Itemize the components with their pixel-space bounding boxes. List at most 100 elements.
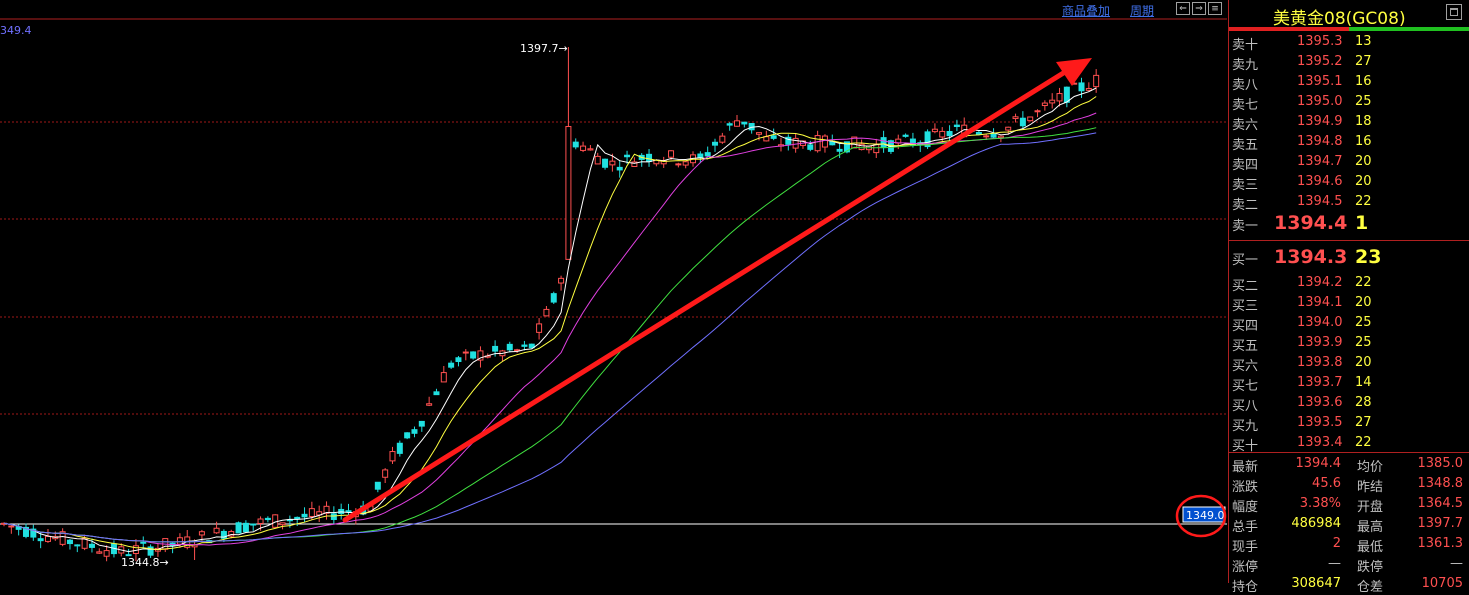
candle-body: [755, 132, 762, 135]
ma40-line: [3, 127, 1097, 543]
bid-price: 1393.9: [1297, 335, 1343, 350]
candle-body: [550, 293, 557, 303]
stat-value: 1394.4: [1295, 456, 1342, 471]
bid-price: 1394.0: [1297, 315, 1343, 330]
candle-body: [741, 121, 748, 125]
candle-body: [235, 522, 242, 534]
ask-row[interactable]: 卖六 1394.9 18: [1229, 113, 1469, 133]
bid-row[interactable]: 买九 1393.5 27: [1229, 414, 1469, 434]
candle-body: [946, 131, 953, 137]
ask-price: 1394.4: [1274, 212, 1348, 234]
stat-value: 1348.8: [1417, 476, 1464, 491]
stat-value: 10705: [1421, 576, 1463, 591]
ask-level-label: 卖一: [1232, 219, 1259, 234]
ask-price: 1394.7: [1297, 154, 1343, 169]
axis-top-value: 349.4: [0, 24, 32, 37]
candle-body: [257, 518, 264, 524]
candle-body: [74, 544, 81, 547]
next-arrow-icon[interactable]: ⇒: [1192, 2, 1206, 15]
stat-value: 1361.3: [1417, 536, 1464, 551]
candle-body: [807, 144, 814, 150]
candle-body: [990, 133, 997, 138]
ask-row[interactable]: 卖十 1395.3 13: [1229, 33, 1469, 53]
candle-body: [646, 153, 653, 162]
bid-row[interactable]: 买二 1394.2 22: [1229, 274, 1469, 294]
candle-body: [931, 128, 938, 133]
bid-row[interactable]: 买一 1394.3 23: [1229, 246, 1469, 268]
sell-strength-bar: [1229, 27, 1349, 31]
bid-row[interactable]: 买三 1394.1 20: [1229, 294, 1469, 314]
bid-volume: 22: [1355, 275, 1372, 290]
bid-row[interactable]: 买七 1393.7 14: [1229, 374, 1469, 394]
bid-row[interactable]: 买六 1393.8 20: [1229, 354, 1469, 374]
stat-value: 45.6: [1312, 476, 1341, 491]
bid-volume: 23: [1355, 246, 1382, 268]
ask-row[interactable]: 卖八 1395.1 16: [1229, 73, 1469, 93]
candle-body: [902, 134, 909, 137]
candle-body: [624, 154, 631, 158]
stat-label: 涨停: [1232, 560, 1259, 575]
ask-row[interactable]: 卖三 1394.6 20: [1229, 173, 1469, 193]
bid-row[interactable]: 买四 1394.0 25: [1229, 314, 1469, 334]
ask-level-label: 卖七: [1232, 98, 1259, 113]
candle-body: [506, 343, 513, 351]
ask-price: 1395.1: [1297, 74, 1343, 89]
bid-price: 1394.1: [1297, 295, 1343, 310]
quote-title: 美黄金08(GC08): [1273, 9, 1406, 29]
candle-body: [455, 357, 462, 362]
bid-row[interactable]: 买十 1393.4 22: [1229, 434, 1469, 454]
ask-row[interactable]: 卖二 1394.5 22: [1229, 193, 1469, 213]
ask-level-label: 卖六: [1232, 118, 1259, 133]
candle-body: [330, 513, 337, 520]
ask-price: 1394.9: [1297, 114, 1343, 129]
candle-body: [821, 135, 828, 148]
ask-volume: 13: [1355, 34, 1372, 49]
candle-body: [279, 522, 286, 526]
candle-body: [836, 148, 843, 152]
bid-price: 1393.8: [1297, 355, 1343, 370]
stat-value: 308647: [1291, 576, 1341, 591]
ask-volume: 16: [1355, 134, 1372, 149]
candle-body: [96, 551, 103, 554]
bid-level-label: 买一: [1232, 253, 1259, 268]
ask-row[interactable]: 卖七 1395.0 25: [1229, 93, 1469, 113]
bid-volume: 27: [1355, 415, 1372, 430]
overlay-link[interactable]: 商品叠加: [1062, 2, 1110, 19]
ask-price: 1394.6: [1297, 174, 1343, 189]
candle-body: [8, 525, 15, 528]
ask-row[interactable]: 卖四 1394.7 20: [1229, 153, 1469, 173]
ref-price-label: 1349.0: [1186, 509, 1225, 522]
prev-arrow-icon[interactable]: ⇐: [1176, 2, 1190, 15]
menu-icon[interactable]: ≡: [1208, 2, 1222, 15]
bid-row[interactable]: 买五 1393.9 25: [1229, 334, 1469, 354]
ask-row[interactable]: 卖五 1394.8 16: [1229, 133, 1469, 153]
ma10-line: [3, 96, 1097, 551]
candle-body: [440, 372, 447, 383]
expand-icon[interactable]: [1446, 4, 1462, 20]
bid-price: 1393.4: [1297, 435, 1343, 450]
ask-volume: 18: [1355, 114, 1372, 129]
candle-body: [88, 543, 95, 548]
candle-body: [462, 351, 469, 354]
bid-level-label: 买七: [1232, 379, 1259, 394]
candle-body: [1078, 82, 1085, 92]
ask-row[interactable]: 卖九 1395.2 27: [1229, 53, 1469, 73]
ma60-line: [3, 132, 1097, 543]
candle-body: [594, 155, 601, 165]
bid-volume: 20: [1355, 295, 1372, 310]
candle-body: [734, 120, 740, 127]
bid-row[interactable]: 买八 1393.6 28: [1229, 394, 1469, 414]
candle-body: [389, 451, 396, 462]
ask-row[interactable]: 卖一 1394.4 1: [1229, 212, 1469, 234]
candle-body: [1012, 116, 1019, 120]
kline-chart[interactable]: 1397.7→ 1344.8→ 1349.0 商品叠加 周期 ⇐ ⇒ ≡ 349.4: [0, 0, 1227, 583]
stat-label: 持仓: [1232, 580, 1259, 595]
candle-body: [44, 535, 51, 542]
period-link[interactable]: 周期: [1130, 2, 1154, 19]
ask-level-label: 卖四: [1232, 158, 1259, 173]
candle-body: [1056, 93, 1063, 102]
candle-body: [975, 132, 982, 135]
candle-body: [374, 481, 381, 490]
bid-volume: 20: [1355, 355, 1372, 370]
candle-body: [770, 135, 777, 139]
